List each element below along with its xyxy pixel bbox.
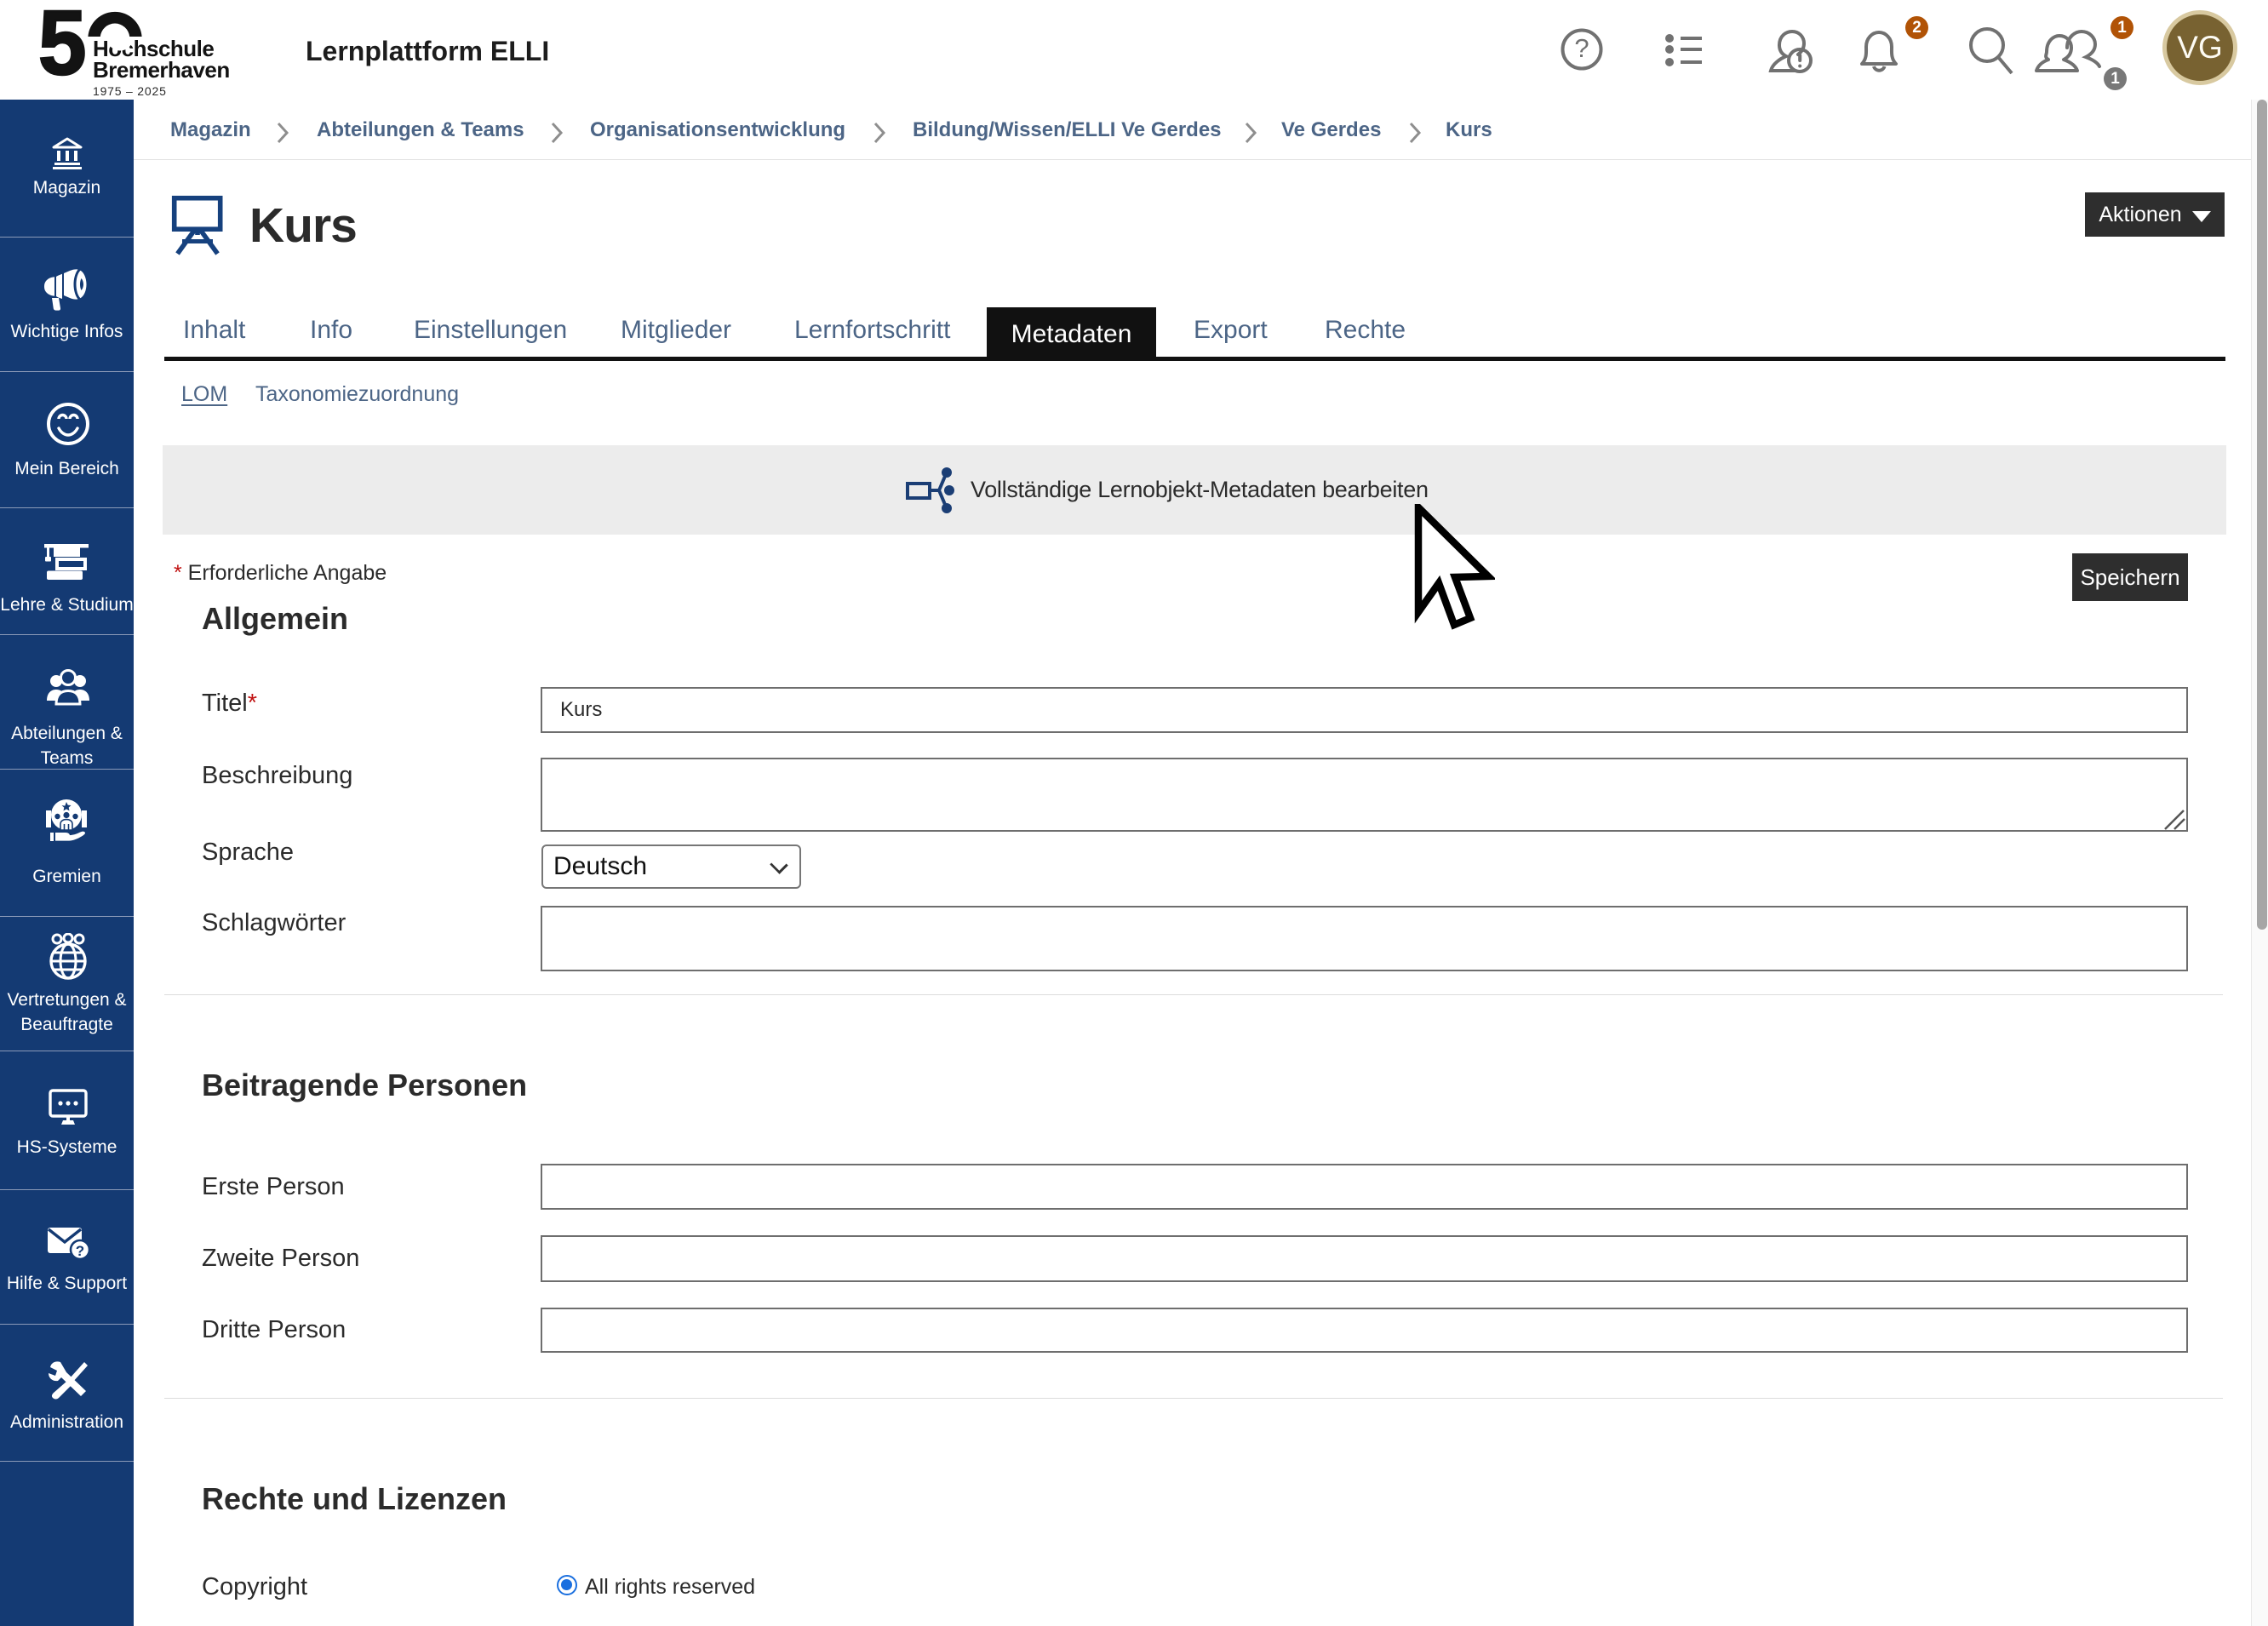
- svg-text:?: ?: [76, 1243, 84, 1259]
- svg-text:?: ?: [1574, 33, 1589, 63]
